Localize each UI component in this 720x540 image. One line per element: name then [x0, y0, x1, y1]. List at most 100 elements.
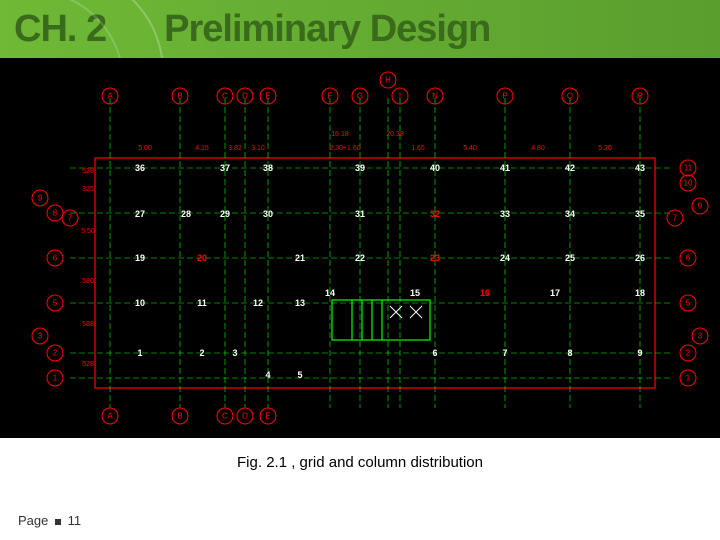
slide-title: Preliminary Design: [164, 8, 490, 51]
svg-text:7: 7: [68, 214, 73, 223]
svg-text:3: 3: [698, 332, 703, 341]
svg-text:325: 325: [82, 186, 94, 193]
svg-text:1.65: 1.65: [411, 145, 425, 152]
svg-text:5.20: 5.20: [598, 145, 612, 152]
svg-text:5: 5: [686, 299, 691, 308]
svg-text:18: 18: [635, 288, 645, 298]
svg-text:6: 6: [53, 254, 58, 263]
svg-text:10: 10: [684, 179, 693, 188]
svg-text:27: 27: [135, 209, 145, 219]
svg-text:34: 34: [565, 209, 575, 219]
top-dimensions: 5.00 4.15 3.82 3.10 2.30+1.60 1.65 5.40 …: [138, 131, 612, 152]
svg-text:2: 2: [199, 348, 204, 358]
svg-text:4.15: 4.15: [195, 145, 209, 152]
right-grid-bubbles: 1 2 3 5 6 7 9 10 11: [667, 160, 708, 386]
svg-text:24: 24: [500, 253, 510, 263]
vertical-grid-lines: [110, 98, 640, 408]
svg-text:5: 5: [53, 299, 58, 308]
svg-text:C: C: [222, 92, 228, 101]
svg-text:C: C: [222, 412, 228, 421]
svg-text:13: 13: [295, 298, 305, 308]
svg-text:H: H: [385, 76, 391, 85]
svg-text:D: D: [242, 92, 248, 101]
svg-text:11: 11: [684, 164, 693, 173]
svg-text:E: E: [265, 412, 270, 421]
svg-text:15: 15: [410, 288, 420, 298]
slide-header: CH. 2 Preliminary Design: [0, 0, 720, 58]
svg-text:22: 22: [355, 253, 365, 263]
svg-text:43: 43: [635, 163, 645, 173]
svg-text:17: 17: [550, 288, 560, 298]
svg-text:16: 16: [480, 288, 490, 298]
svg-text:3: 3: [38, 332, 43, 341]
svg-text:588: 588: [82, 321, 94, 328]
svg-text:8: 8: [567, 348, 572, 358]
svg-text:F: F: [328, 92, 333, 101]
svg-text:528: 528: [82, 168, 94, 175]
svg-text:E: E: [265, 92, 270, 101]
svg-text:14: 14: [325, 288, 335, 298]
caption-area: Fig. 2.1 , grid and column distribution: [0, 438, 720, 471]
svg-text:19: 19: [135, 253, 145, 263]
chapter-label: CH. 2: [14, 8, 106, 51]
svg-text:1: 1: [137, 348, 142, 358]
svg-text:38: 38: [263, 163, 273, 173]
svg-text:B: B: [177, 412, 182, 421]
svg-text:36: 36: [135, 163, 145, 173]
svg-text:4: 4: [265, 370, 270, 380]
svg-text:2.30+1.60: 2.30+1.60: [329, 145, 360, 152]
svg-text:31: 31: [355, 209, 365, 219]
svg-text:32: 32: [430, 209, 440, 219]
svg-text:33: 33: [500, 209, 510, 219]
top-grid-bubbles: A B C D E F G H I N P Q R: [102, 72, 648, 104]
svg-text:3.82: 3.82: [228, 145, 242, 152]
svg-text:3: 3: [232, 348, 237, 358]
svg-text:I: I: [399, 92, 401, 101]
svg-text:16.18: 16.18: [331, 131, 349, 138]
svg-text:35: 35: [635, 209, 645, 219]
svg-text:30: 30: [263, 209, 273, 219]
svg-text:12: 12: [253, 298, 263, 308]
svg-text:28: 28: [181, 209, 191, 219]
svg-text:1: 1: [686, 374, 691, 383]
left-dimensions: 528 325 5.50 580 588 528: [81, 168, 95, 368]
svg-text:9: 9: [698, 202, 703, 211]
svg-text:G: G: [357, 92, 363, 101]
svg-text:Q: Q: [567, 92, 573, 101]
page-label: Page: [18, 513, 48, 528]
svg-text:7: 7: [502, 348, 507, 358]
svg-text:29: 29: [220, 209, 230, 219]
bottom-grid-bubbles: A B C D E: [102, 408, 276, 424]
horizontal-grid-lines: [70, 168, 670, 378]
column-labels-row4: 27 28 29 30 31 32 33 34 35: [135, 209, 645, 219]
svg-text:5.00: 5.00: [138, 145, 152, 152]
svg-text:7: 7: [673, 214, 678, 223]
svg-text:3.10: 3.10: [251, 145, 265, 152]
svg-text:2: 2: [686, 349, 691, 358]
svg-text:528: 528: [82, 361, 94, 368]
svg-text:580: 580: [82, 278, 94, 285]
svg-text:23: 23: [430, 253, 440, 263]
svg-text:6: 6: [432, 348, 437, 358]
svg-text:R: R: [637, 92, 643, 101]
bullet-icon: [55, 519, 61, 525]
column-labels-row2: 10 11 12 13 14 15 16 17 18: [135, 288, 645, 308]
svg-text:5: 5: [297, 370, 302, 380]
svg-text:N: N: [432, 92, 438, 101]
svg-text:A: A: [107, 92, 113, 101]
svg-text:8: 8: [53, 209, 58, 218]
page-number: 11: [68, 513, 82, 528]
svg-text:20.38: 20.38: [386, 131, 404, 138]
svg-text:2: 2: [53, 349, 58, 358]
svg-text:B: B: [177, 92, 182, 101]
svg-text:4.80: 4.80: [531, 145, 545, 152]
svg-text:20: 20: [197, 253, 207, 263]
svg-text:21: 21: [295, 253, 305, 263]
svg-text:37: 37: [220, 163, 230, 173]
svg-text:25: 25: [565, 253, 575, 263]
page-footer: Page 11: [18, 513, 81, 528]
stair-core: [332, 300, 430, 340]
svg-text:5.50: 5.50: [81, 228, 95, 235]
svg-text:D: D: [242, 412, 248, 421]
svg-text:40: 40: [430, 163, 440, 173]
